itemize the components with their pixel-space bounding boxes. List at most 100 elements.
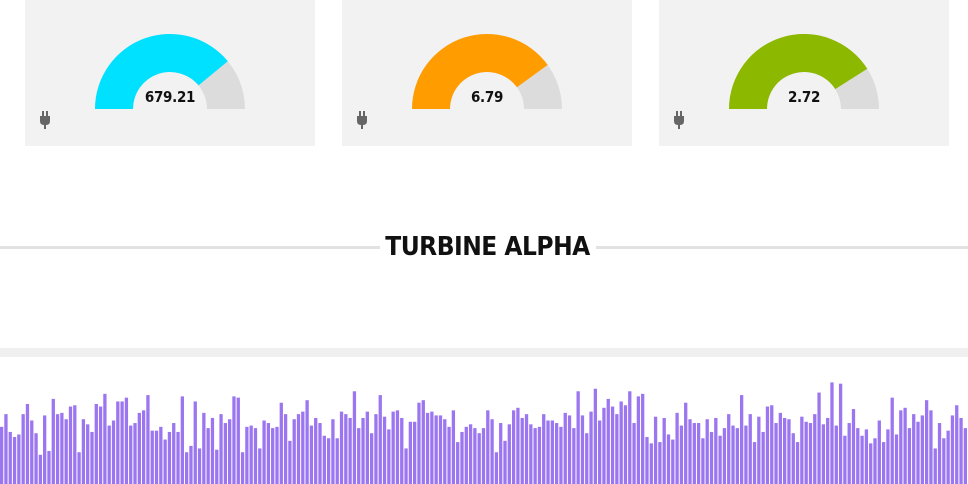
bar [296,414,301,484]
bar [778,412,782,484]
bar [511,410,516,484]
bar [890,397,894,484]
bar [473,428,477,484]
bar [167,431,172,484]
bar [705,419,709,484]
bar [275,426,279,484]
bar [322,435,326,484]
bar [266,423,271,484]
bar [946,430,950,484]
bar [258,448,262,484]
divider-right [596,246,968,249]
bar [658,442,662,484]
bar [572,428,576,484]
bar [438,415,443,484]
bar [593,388,598,484]
bar [400,417,404,484]
bar [223,423,228,484]
bar [516,407,520,484]
bar [559,426,563,484]
bar [494,452,499,484]
bar [937,423,942,484]
bar [357,428,361,484]
bar [382,416,387,484]
plug-icon [357,111,367,129]
bar [335,438,339,484]
bar [391,411,395,484]
bar [408,421,413,484]
bar [30,420,34,484]
bar [666,434,671,484]
bar [163,439,167,484]
bar [924,400,929,484]
plug-icon [674,111,684,129]
bar [81,419,86,484]
bar [869,443,873,484]
bar [137,412,141,484]
bar [120,401,124,484]
bar [245,426,249,484]
bar [735,428,739,484]
bar [830,382,834,484]
bar [834,425,838,484]
bar [770,405,774,484]
bar [851,409,856,484]
bar [554,423,559,484]
bar [886,429,890,484]
bar [856,428,860,484]
bar [623,405,628,484]
bar [12,437,17,484]
bar [546,420,550,484]
bar [813,414,817,484]
bar [585,433,589,484]
bar [739,395,744,484]
chart-top-band [0,348,968,357]
bar [761,431,765,484]
bar [64,419,68,484]
bar [520,417,524,484]
bar [688,419,692,484]
bar [907,428,912,484]
bar [141,410,146,484]
bar [331,419,335,484]
bar [653,416,658,484]
bar [877,420,881,484]
bar [615,414,619,484]
bar [696,423,701,484]
bar [77,452,81,484]
bar [864,429,869,484]
bar [748,414,752,484]
bar [727,414,731,484]
bar [718,435,722,484]
bar [210,417,215,484]
bar [86,424,90,484]
bar [847,423,851,484]
bar [146,395,150,484]
plug-icon [40,111,50,129]
bar [172,423,176,484]
bar [481,428,486,484]
bar [34,433,38,484]
bar [434,415,438,484]
bar [4,414,8,484]
bar [240,452,245,484]
bar [602,407,606,484]
bar [912,414,916,484]
bar [129,425,133,484]
bar [262,420,266,484]
bar [443,419,447,484]
bar [111,420,116,484]
bar [477,433,481,484]
bar [413,421,417,484]
bar [464,426,468,484]
bar [387,429,391,484]
bar [124,397,129,484]
bar [8,431,12,484]
bar [714,417,718,484]
bar [675,412,679,484]
bar [176,431,180,484]
bar [671,439,675,484]
bar [425,412,430,484]
bar [271,428,275,484]
bar [817,392,821,484]
